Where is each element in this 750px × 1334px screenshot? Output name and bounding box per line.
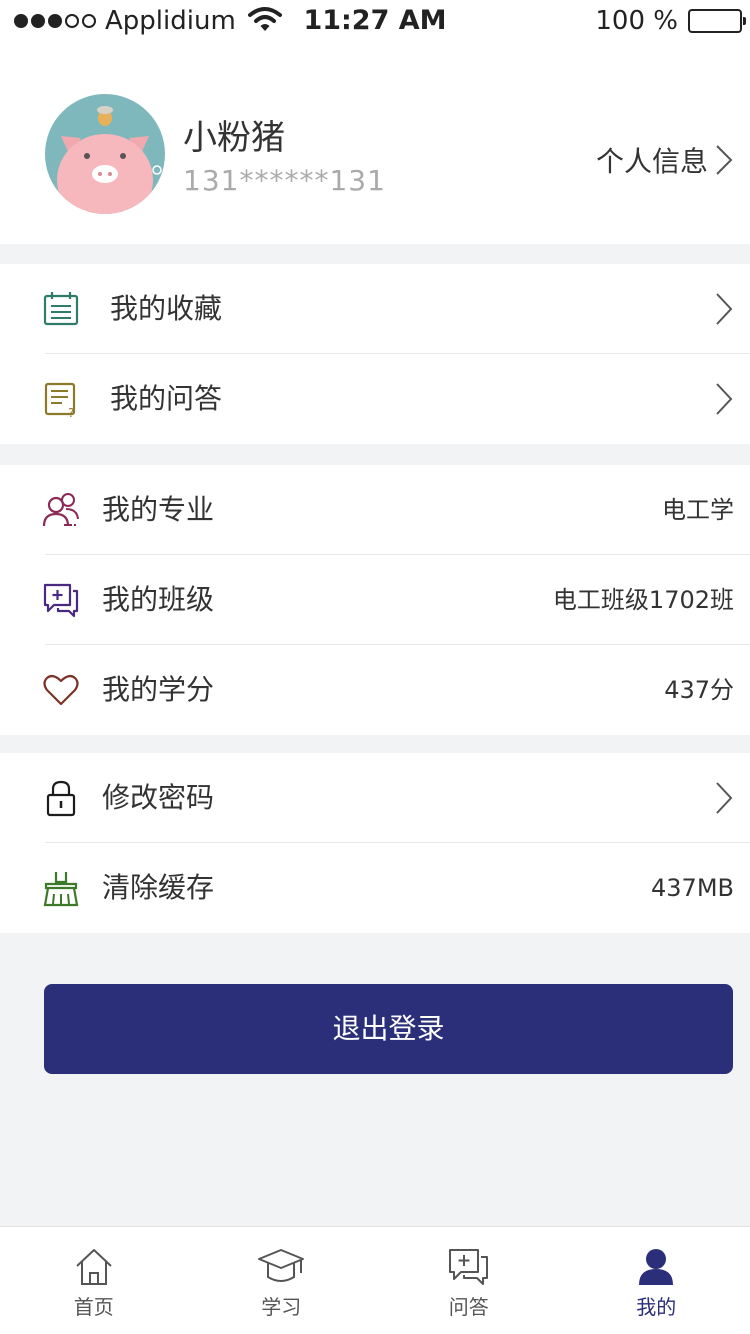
credits-value: 437分	[664, 676, 734, 704]
lock-icon	[46, 780, 76, 817]
favorites-label: 我的收藏	[110, 292, 223, 325]
qa-label: 我的问答	[110, 382, 223, 415]
logout-button[interactable]: 退出登录	[44, 984, 733, 1074]
major-value: 电工学	[662, 496, 734, 524]
menu-item-favorites[interactable]: 我的收藏	[0, 264, 750, 354]
tab-me-label: 我的	[636, 1295, 677, 1319]
tab-study[interactable]: 学习	[188, 1227, 376, 1334]
class-label: 我的班级	[102, 583, 215, 616]
tab-qa[interactable]: 问答	[375, 1227, 563, 1334]
personal-info-label: 个人信息	[595, 145, 708, 178]
phone-number: 131******131	[183, 164, 386, 197]
tab-bar: 首页 学习 问答 我的	[0, 1226, 750, 1334]
chevron-right-icon	[716, 782, 733, 814]
menu-item-cache[interactable]: 清除缓存 437MB	[0, 843, 750, 933]
profile-header[interactable]: 小粉猪 131******131 个人信息	[0, 44, 750, 244]
cache-value: 437MB	[651, 874, 734, 902]
major-label: 我的专业	[102, 493, 215, 526]
menu-item-qa[interactable]: ? 我的问答	[0, 354, 750, 444]
credits-label: 我的学分	[102, 673, 215, 706]
collection-group: 我的收藏 ? 我的问答	[0, 264, 750, 444]
menu-item-password[interactable]: 修改密码	[0, 753, 750, 843]
personal-info-link[interactable]: 个人信息	[596, 140, 734, 180]
pig-avatar-icon	[45, 94, 165, 214]
password-label: 修改密码	[102, 781, 215, 814]
svg-text:?: ?	[68, 406, 74, 418]
home-icon	[76, 1249, 112, 1285]
avatar[interactable]	[45, 94, 165, 214]
menu-item-credits[interactable]: 我的学分 437分	[0, 645, 750, 735]
chat-plus-icon	[43, 583, 79, 618]
calendar-icon	[43, 292, 79, 326]
chat-plus-icon	[448, 1249, 488, 1285]
menu-item-major[interactable]: 我的专业 电工学	[0, 465, 750, 555]
status-bar: Applidium 11:27 AM 100 %	[0, 0, 750, 44]
battery-status: 100 %	[595, 6, 746, 36]
broom-icon	[43, 872, 79, 907]
heart-icon	[43, 674, 79, 706]
menu-item-class[interactable]: 我的班级 电工班级1702班	[0, 555, 750, 645]
chevron-right-icon	[716, 145, 733, 175]
tab-qa-label: 问答	[448, 1295, 489, 1319]
battery-icon	[688, 9, 746, 33]
tab-home[interactable]: 首页	[0, 1227, 188, 1334]
battery-percentage: 100 %	[595, 6, 678, 36]
class-value: 电工班级1702班	[552, 586, 734, 614]
chevron-right-icon	[716, 293, 733, 325]
user-icon	[639, 1249, 674, 1285]
users-icon	[42, 493, 79, 527]
question-note-icon: ?	[44, 382, 76, 418]
chevron-right-icon	[716, 383, 733, 415]
graduation-cap-icon	[258, 1249, 305, 1282]
tab-me[interactable]: 我的	[563, 1227, 750, 1334]
cache-label: 清除缓存	[102, 871, 215, 904]
tab-home-label: 首页	[73, 1295, 114, 1319]
settings-group: 修改密码 清除缓存 437MB	[0, 753, 750, 933]
tab-study-label: 学习	[261, 1295, 302, 1319]
academic-group: 我的专业 电工学 我的班级 电工班级1702班 我的学分 437分	[0, 465, 750, 735]
username: 小粉猪	[183, 118, 285, 158]
